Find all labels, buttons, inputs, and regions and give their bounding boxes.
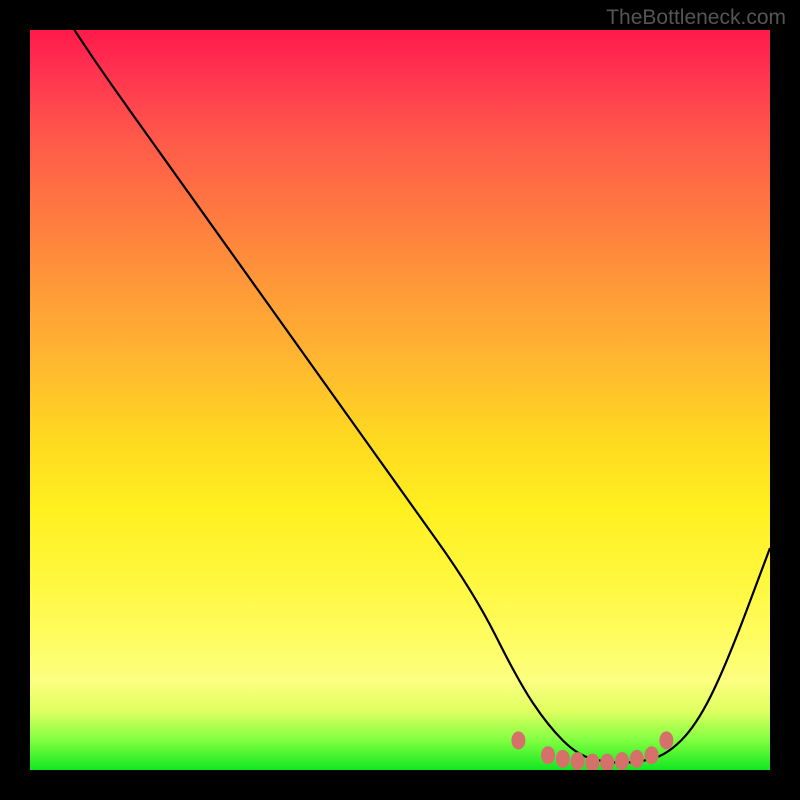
scatter-dot [511,731,525,749]
watermark-text: TheBottleneck.com [606,6,786,30]
scatter-dot [585,754,599,770]
scatter-dot [556,750,570,768]
scatter-dot [615,752,629,770]
scatter-dot [659,731,673,749]
scatter-dots [511,731,673,770]
scatter-dot [645,746,659,764]
scatter-dot [600,754,614,770]
scatter-dot [541,746,555,764]
chart-plot-area [30,30,770,770]
scatter-dot [630,750,644,768]
chart-svg [30,30,770,770]
scatter-dot [571,752,585,770]
curve-path [74,30,770,763]
